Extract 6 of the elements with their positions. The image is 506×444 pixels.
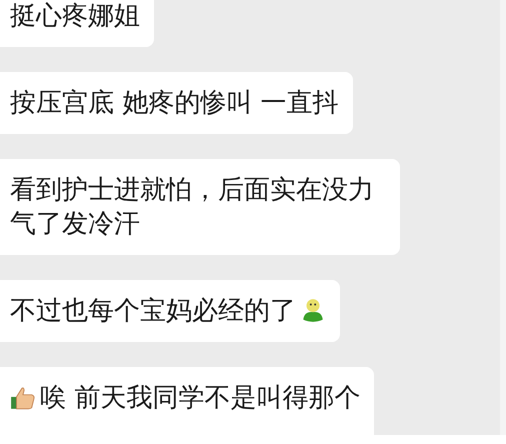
message-text: 唉 前天我同学不是叫得那个 bbox=[40, 382, 360, 415]
thumbs-up-icon bbox=[10, 385, 36, 411]
message-bubble: 挺心疼娜姐 bbox=[0, 0, 154, 47]
message-text: 不过也每个宝妈必经的了 bbox=[10, 295, 296, 328]
message-bubble: 看到护士进就怕，后面实在没力气了发冷汗 bbox=[0, 159, 400, 255]
message-bubble: 按压宫底 她疼的惨叫 一直抖 bbox=[0, 72, 353, 134]
